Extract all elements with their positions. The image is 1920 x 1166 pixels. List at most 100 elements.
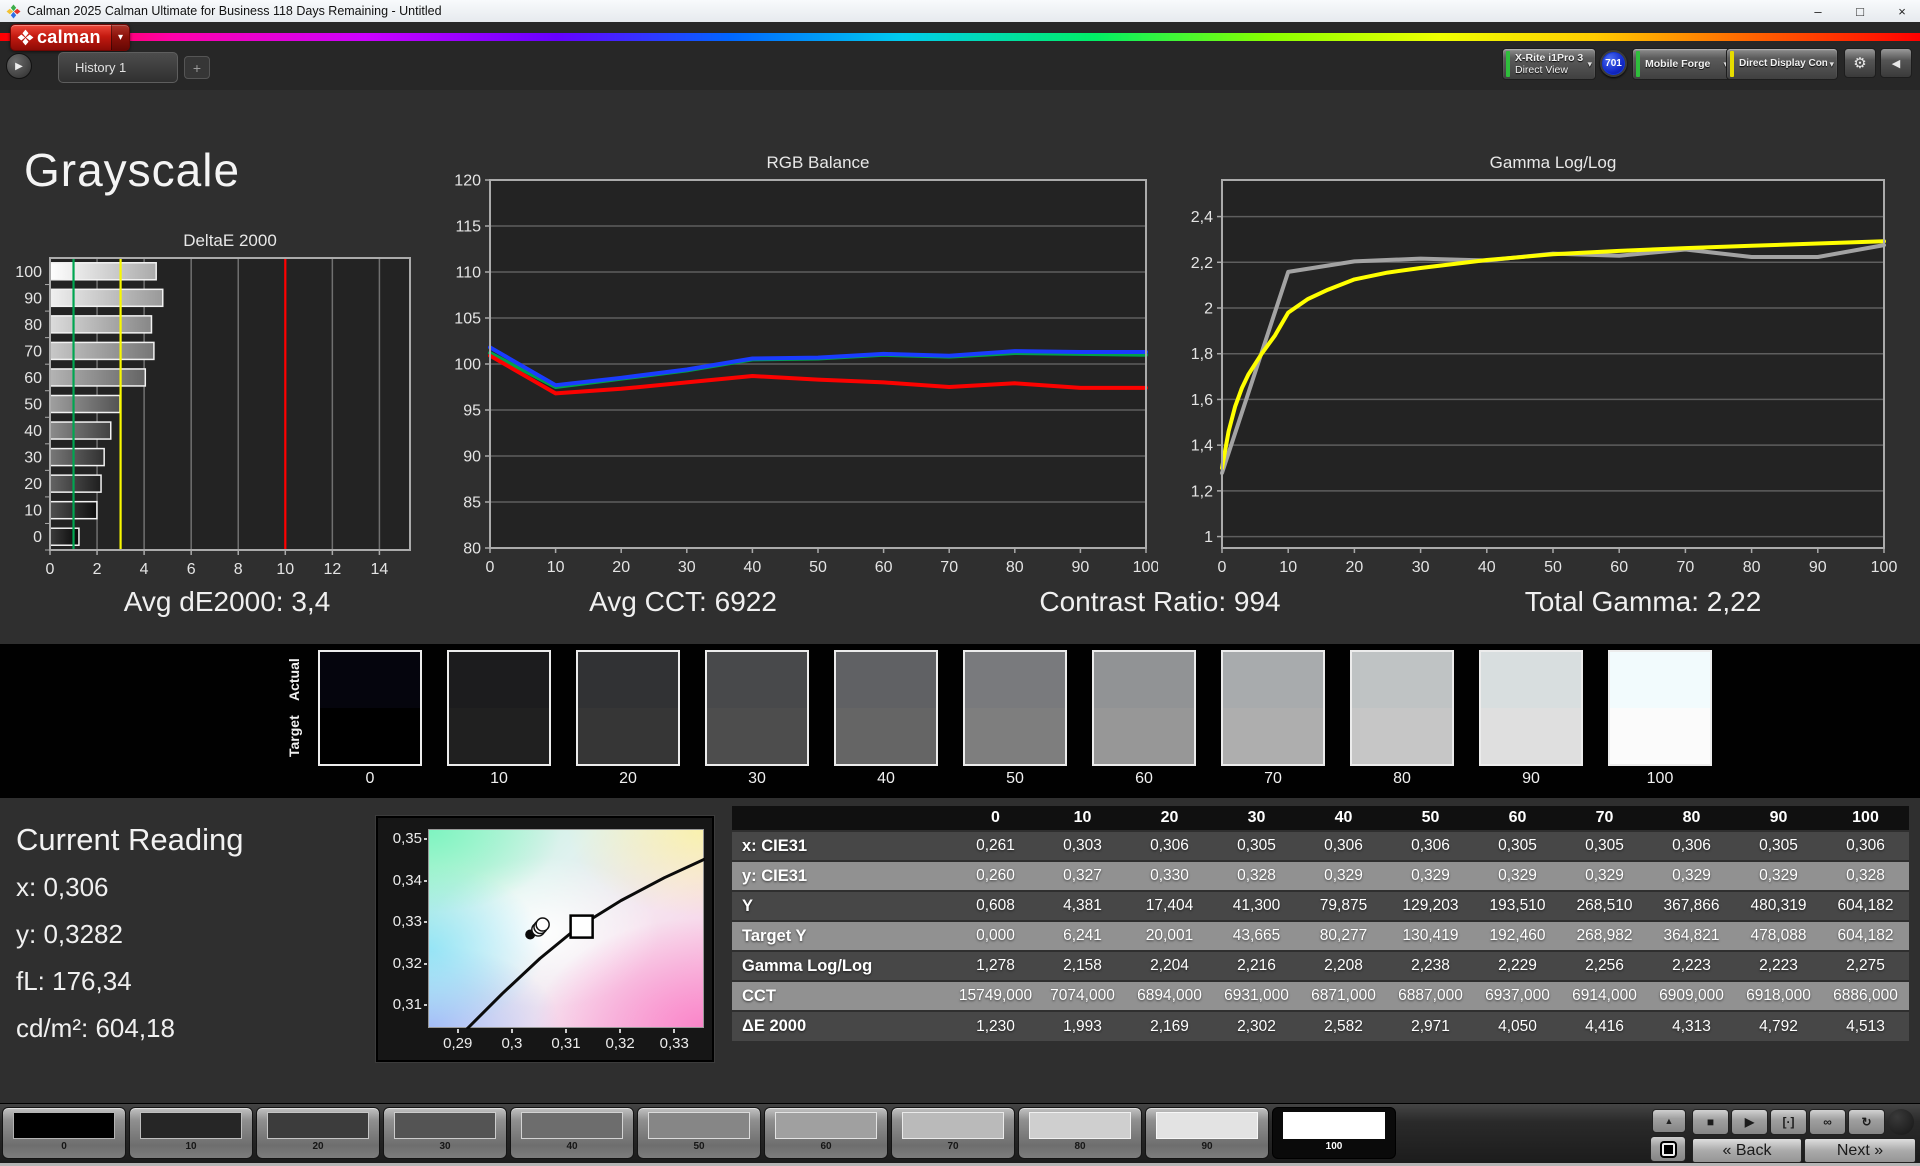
- pattern-swatch: [267, 1112, 369, 1139]
- pattern-button-20[interactable]: 20: [256, 1107, 380, 1159]
- pattern-up-button[interactable]: ▲: [1652, 1109, 1686, 1133]
- source-status-bar: [1636, 51, 1640, 77]
- collapse-panel-button[interactable]: ◀: [1880, 48, 1912, 78]
- table-cell: 193,510: [1474, 890, 1561, 921]
- table-cell: 6931,000: [1213, 980, 1300, 1011]
- table-column-header: [732, 806, 952, 831]
- pattern-bar: 0 10 20 30 40 50 60 70 80 90 100 ▲ ■ ▶ [·] ∞ ↻ « Back …: [0, 1103, 1920, 1163]
- table-cell: 17,404: [1126, 890, 1213, 921]
- table-cell: 2,204: [1126, 950, 1213, 981]
- grayscale-swatch-10: 10: [447, 650, 551, 788]
- svg-text:70: 70: [1677, 559, 1695, 576]
- display-control-dropdown[interactable]: Direct Display Control ▾: [1726, 48, 1838, 80]
- pattern-button-10[interactable]: 10: [129, 1107, 253, 1159]
- swatch-target: [449, 708, 549, 764]
- pattern-button-80[interactable]: 80: [1018, 1107, 1142, 1159]
- table-cell: 0,328: [1822, 860, 1909, 891]
- table-cell: 478,088: [1735, 920, 1822, 951]
- pattern-button-60[interactable]: 60: [764, 1107, 888, 1159]
- table-cell: 6886,000: [1822, 980, 1909, 1011]
- svg-text:20: 20: [24, 476, 42, 493]
- svg-text:90: 90: [463, 449, 481, 466]
- table-cell: 0,608: [952, 890, 1039, 921]
- play-button[interactable]: ▶: [1731, 1109, 1768, 1135]
- pattern-button-40[interactable]: 40: [510, 1107, 634, 1159]
- gamma-loglog-chart: 1 1,2 1,4 1,6 1,8 2 2,2 2,4 0 10 20 30 40 50 60 70 80 90 1…: [1182, 152, 1914, 588]
- settings-button[interactable]: ⚙: [1844, 48, 1876, 78]
- pattern-size-icon: [·]: [1782, 1115, 1795, 1129]
- pattern-label: 90: [1201, 1141, 1213, 1152]
- history-play-button[interactable]: ▶: [6, 53, 32, 79]
- stop-button[interactable]: ■: [1692, 1109, 1729, 1135]
- svg-text:60: 60: [24, 370, 42, 387]
- table-cell: 6,241: [1039, 920, 1126, 951]
- tab-history-1[interactable]: History 1: [58, 52, 178, 83]
- calman-window: Calman 2025 Calman Ultimate for Business…: [0, 0, 1920, 1166]
- loop-button[interactable]: ∞: [1809, 1109, 1846, 1135]
- pattern-swatch: [902, 1112, 1004, 1139]
- svg-text:0: 0: [46, 561, 55, 578]
- pattern-size-button[interactable]: [·]: [1770, 1109, 1807, 1135]
- reading-x: x: 0,306: [16, 872, 109, 902]
- pattern-button-50[interactable]: 50: [637, 1107, 761, 1159]
- cie-y-tick-label: 0,32: [392, 954, 422, 972]
- table-cell: 6937,000: [1474, 980, 1561, 1011]
- cie-x-tick-label: 0,31: [551, 1035, 581, 1052]
- table-row-label: x: CIE31: [732, 830, 952, 861]
- pattern-button-0[interactable]: 0: [2, 1107, 126, 1159]
- back-button[interactable]: « Back: [1692, 1138, 1802, 1163]
- refresh-button[interactable]: ↻: [1848, 1109, 1885, 1135]
- svg-text:95: 95: [463, 403, 481, 420]
- meter-dropdown[interactable]: X-Rite i1Pro 3 Direct View ▾: [1502, 48, 1596, 80]
- swatch-actual: [1094, 652, 1194, 708]
- pattern-button-90[interactable]: 90: [1145, 1107, 1269, 1159]
- table-cell: 0,329: [1300, 860, 1387, 891]
- pattern-window-button[interactable]: [1650, 1136, 1686, 1162]
- meter-badge[interactable]: 701: [1600, 50, 1627, 77]
- svg-text:120: 120: [454, 173, 481, 190]
- calman-menu-button[interactable]: calman ▾: [10, 24, 130, 51]
- table-cell: 80,277: [1300, 920, 1387, 951]
- swatch-target: [707, 708, 807, 764]
- grayscale-swatch-70: 70: [1221, 650, 1325, 788]
- svg-text:110: 110: [455, 265, 481, 282]
- swatch-target: [1352, 708, 1452, 764]
- svg-text:0: 0: [33, 529, 42, 546]
- svg-text:105: 105: [454, 311, 481, 328]
- table-row: ΔE 2000 1,230 1,993 2,169 2,302 2,582 2,971 4,0…: [732, 1010, 1909, 1041]
- table-cell: 2,208: [1300, 950, 1387, 981]
- pattern-swatch: [775, 1112, 877, 1139]
- table-cell: 2,582: [1300, 1010, 1387, 1041]
- pattern-button-100[interactable]: 100: [1272, 1107, 1396, 1159]
- chevron-down-icon: ▾: [1587, 58, 1592, 69]
- source-dropdown[interactable]: Mobile Forge ▾: [1632, 48, 1732, 80]
- next-button[interactable]: Next »: [1804, 1138, 1916, 1163]
- svg-text:70: 70: [940, 559, 958, 576]
- table-row-label: y: CIE31: [732, 860, 952, 891]
- close-button[interactable]: ×: [1884, 4, 1920, 19]
- svg-text:60: 60: [1610, 559, 1628, 576]
- swatch-actual: [578, 652, 678, 708]
- maximize-button[interactable]: □: [1842, 4, 1878, 19]
- table-cell: 4,313: [1648, 1010, 1735, 1041]
- minimize-button[interactable]: –: [1800, 4, 1836, 19]
- svg-text:2: 2: [1204, 301, 1213, 318]
- svg-text:50: 50: [24, 397, 42, 414]
- add-tab-button[interactable]: +: [184, 56, 210, 79]
- table-cell: 0,303: [1039, 830, 1126, 861]
- swatch-target: [836, 708, 936, 764]
- swatch-level-label: 90: [1522, 770, 1540, 787]
- chevron-left-icon: ◀: [1891, 57, 1901, 70]
- cie-y-tick: [424, 838, 427, 841]
- table-cell: 0,000: [952, 920, 1039, 951]
- grayscale-swatch-100: 100: [1608, 650, 1712, 788]
- swatch-actual: [707, 652, 807, 708]
- table-cell: 6871,000: [1300, 980, 1387, 1011]
- pattern-button-30[interactable]: 30: [383, 1107, 507, 1159]
- swatch-target: [320, 708, 420, 764]
- table-column-header: 30: [1213, 806, 1300, 831]
- table-cell: 2,238: [1387, 950, 1474, 981]
- stat-total-gamma: Total Gamma: 2,22: [1524, 586, 1762, 617]
- cie-plot-area: [428, 829, 705, 1029]
- pattern-button-70[interactable]: 70: [891, 1107, 1015, 1159]
